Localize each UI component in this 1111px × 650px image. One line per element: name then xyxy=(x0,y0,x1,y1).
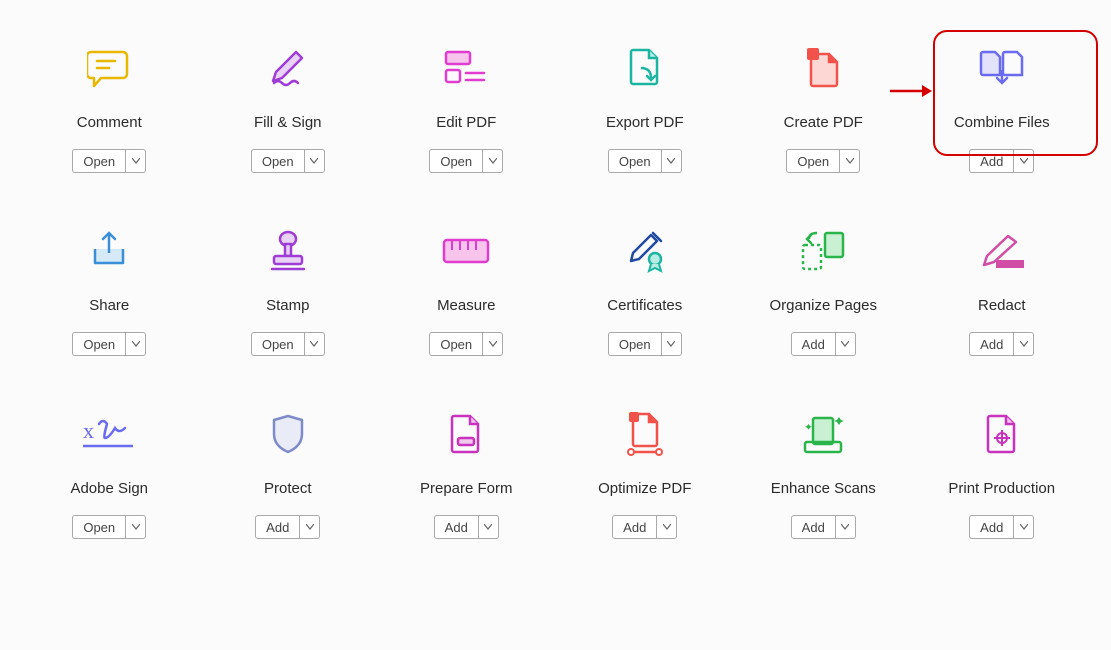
create-pdf-icon xyxy=(801,40,845,96)
redact-icon xyxy=(978,223,1026,279)
tool-adobe-sign[interactable]: x Adobe Sign Open xyxy=(20,406,199,539)
add-button[interactable]: Add xyxy=(255,515,320,539)
dropdown-caret[interactable] xyxy=(1013,150,1033,172)
dropdown-caret[interactable] xyxy=(839,150,859,172)
dropdown-caret[interactable] xyxy=(125,516,145,538)
tool-label: Comment xyxy=(77,114,142,131)
tool-export-pdf[interactable]: Export PDF Open xyxy=(556,40,735,173)
fill-sign-icon xyxy=(266,40,310,96)
prepare-form-icon xyxy=(448,406,484,462)
add-button[interactable]: Add xyxy=(969,149,1034,173)
dropdown-caret[interactable] xyxy=(1013,516,1033,538)
combine-files-icon xyxy=(977,40,1027,96)
dropdown-caret[interactable] xyxy=(304,333,324,355)
certificates-icon xyxy=(623,223,667,279)
tool-enhance-scans[interactable]: Enhance Scans Add xyxy=(734,406,913,539)
add-button[interactable]: Add xyxy=(969,332,1034,356)
dropdown-caret[interactable] xyxy=(835,516,855,538)
tool-label: Redact xyxy=(978,297,1026,314)
tool-stamp[interactable]: Stamp Open xyxy=(199,223,378,356)
open-button[interactable]: Open xyxy=(608,149,682,173)
dropdown-caret[interactable] xyxy=(661,333,681,355)
tool-label: Optimize PDF xyxy=(598,480,691,497)
print-production-icon xyxy=(984,406,1020,462)
open-button[interactable]: Open xyxy=(72,332,146,356)
tool-certificates[interactable]: Certificates Open xyxy=(556,223,735,356)
dropdown-caret[interactable] xyxy=(478,516,498,538)
open-button[interactable]: Open xyxy=(251,149,325,173)
open-button[interactable]: Open xyxy=(429,332,503,356)
tool-label: Measure xyxy=(437,297,495,314)
tool-label: Print Production xyxy=(948,480,1055,497)
add-button[interactable]: Add xyxy=(791,332,856,356)
tool-fill-sign[interactable]: Fill & Sign Open xyxy=(199,40,378,173)
tool-prepare-form[interactable]: Prepare Form Add xyxy=(377,406,556,539)
dropdown-caret[interactable] xyxy=(661,150,681,172)
tool-label: Certificates xyxy=(607,297,682,314)
tool-measure[interactable]: Measure Open xyxy=(377,223,556,356)
tool-label: Adobe Sign xyxy=(70,480,148,497)
dropdown-caret[interactable] xyxy=(835,333,855,355)
tool-edit-pdf[interactable]: Edit PDF Open xyxy=(377,40,556,173)
tool-label: Organize Pages xyxy=(769,297,877,314)
tool-organize-pages[interactable]: Organize Pages Add xyxy=(734,223,913,356)
tool-comment[interactable]: Comment Open xyxy=(20,40,199,173)
dropdown-caret[interactable] xyxy=(656,516,676,538)
export-pdf-icon xyxy=(623,40,667,96)
add-button[interactable]: Add xyxy=(434,515,499,539)
tool-label: Create PDF xyxy=(784,114,863,131)
dropdown-caret[interactable] xyxy=(304,150,324,172)
tool-label: Prepare Form xyxy=(420,480,513,497)
svg-text:x: x xyxy=(83,418,94,443)
dropdown-caret[interactable] xyxy=(125,150,145,172)
tool-label: Combine Files xyxy=(954,114,1050,131)
add-button[interactable]: Add xyxy=(969,515,1034,539)
protect-icon xyxy=(270,406,306,462)
dropdown-caret[interactable] xyxy=(482,150,502,172)
tool-label: Protect xyxy=(264,480,312,497)
open-button[interactable]: Open xyxy=(429,149,503,173)
tool-redact[interactable]: Redact Add xyxy=(913,223,1092,356)
open-button[interactable]: Open xyxy=(608,332,682,356)
tool-optimize-pdf[interactable]: Optimize PDF Add xyxy=(556,406,735,539)
dropdown-caret[interactable] xyxy=(482,333,502,355)
dropdown-caret[interactable] xyxy=(125,333,145,355)
tools-grid: Comment Open Fill & Sign Open xyxy=(0,0,1111,549)
comment-icon xyxy=(87,40,131,96)
open-button[interactable]: Open xyxy=(72,149,146,173)
add-button[interactable]: Add xyxy=(791,515,856,539)
tool-label: Stamp xyxy=(266,297,309,314)
share-icon xyxy=(87,223,131,279)
tool-label: Edit PDF xyxy=(436,114,496,131)
dropdown-caret[interactable] xyxy=(299,516,319,538)
tool-share[interactable]: Share Open xyxy=(20,223,199,356)
tool-label: Enhance Scans xyxy=(771,480,876,497)
add-button[interactable]: Add xyxy=(612,515,677,539)
tool-combine-files[interactable]: Combine Files Add xyxy=(913,40,1092,173)
tool-protect[interactable]: Protect Add xyxy=(199,406,378,539)
stamp-icon xyxy=(266,223,310,279)
adobe-sign-icon: x xyxy=(81,406,137,462)
enhance-scans-icon xyxy=(799,406,847,462)
open-button[interactable]: Open xyxy=(251,332,325,356)
organize-pages-icon xyxy=(799,223,847,279)
tool-create-pdf[interactable]: Create PDF Open xyxy=(734,40,913,173)
tool-label: Fill & Sign xyxy=(254,114,322,131)
tool-label: Share xyxy=(89,297,129,314)
dropdown-caret[interactable] xyxy=(1013,333,1033,355)
optimize-pdf-icon xyxy=(625,406,665,462)
tool-print-production[interactable]: Print Production Add xyxy=(913,406,1092,539)
measure-icon xyxy=(442,223,490,279)
open-button[interactable]: Open xyxy=(786,149,860,173)
tool-label: Export PDF xyxy=(606,114,684,131)
edit-pdf-icon xyxy=(444,40,488,96)
open-button[interactable]: Open xyxy=(72,515,146,539)
